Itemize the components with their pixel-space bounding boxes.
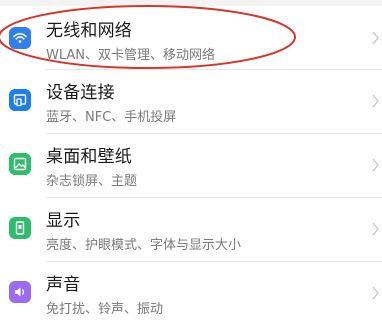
settings-item-device-connection[interactable]: 设备连接 蓝牙、NFC、手机投屏 xyxy=(0,70,382,134)
settings-item-title: 声音 xyxy=(46,275,81,295)
settings-item-wireless-network[interactable]: 无线和网络 WLAN、双卡管理、移动网络 xyxy=(0,6,382,70)
settings-item-subtitle: 免打扰、铃声、振动 xyxy=(46,302,164,317)
settings-item-subtitle: 亮度、护眼模式、字体与显示大小 xyxy=(46,238,242,253)
chevron-right-icon xyxy=(372,286,379,300)
wifi-icon xyxy=(9,27,31,49)
settings-item-subtitle: 蓝牙、NFC、手机投屏 xyxy=(46,110,177,125)
settings-item-subtitle: WLAN、双卡管理、移动网络 xyxy=(46,48,216,63)
settings-item-display[interactable]: 显示 亮度、护眼模式、字体与显示大小 xyxy=(0,198,382,262)
settings-item-title: 设备连接 xyxy=(46,83,115,103)
settings-item-title: 桌面和壁纸 xyxy=(46,147,132,167)
settings-item-sound[interactable]: 声音 免打扰、铃声、振动 xyxy=(0,262,382,326)
settings-item-subtitle: 杂志锁屏、主题 xyxy=(46,174,138,189)
chevron-right-icon xyxy=(372,94,379,108)
settings-item-title: 显示 xyxy=(46,211,81,231)
settings-list: 无线和网络 WLAN、双卡管理、移动网络 设备连接 蓝牙、NFC、手机投屏 桌面… xyxy=(0,6,382,326)
device-connect-icon xyxy=(9,89,31,111)
settings-item-home-wallpaper[interactable]: 桌面和壁纸 杂志锁屏、主题 xyxy=(0,134,382,198)
wallpaper-icon xyxy=(9,153,31,175)
sound-icon xyxy=(9,281,31,303)
chevron-right-icon xyxy=(372,31,379,45)
chevron-right-icon xyxy=(372,158,379,172)
display-icon xyxy=(9,217,31,239)
chevron-right-icon xyxy=(372,222,379,236)
settings-item-title: 无线和网络 xyxy=(46,21,132,41)
